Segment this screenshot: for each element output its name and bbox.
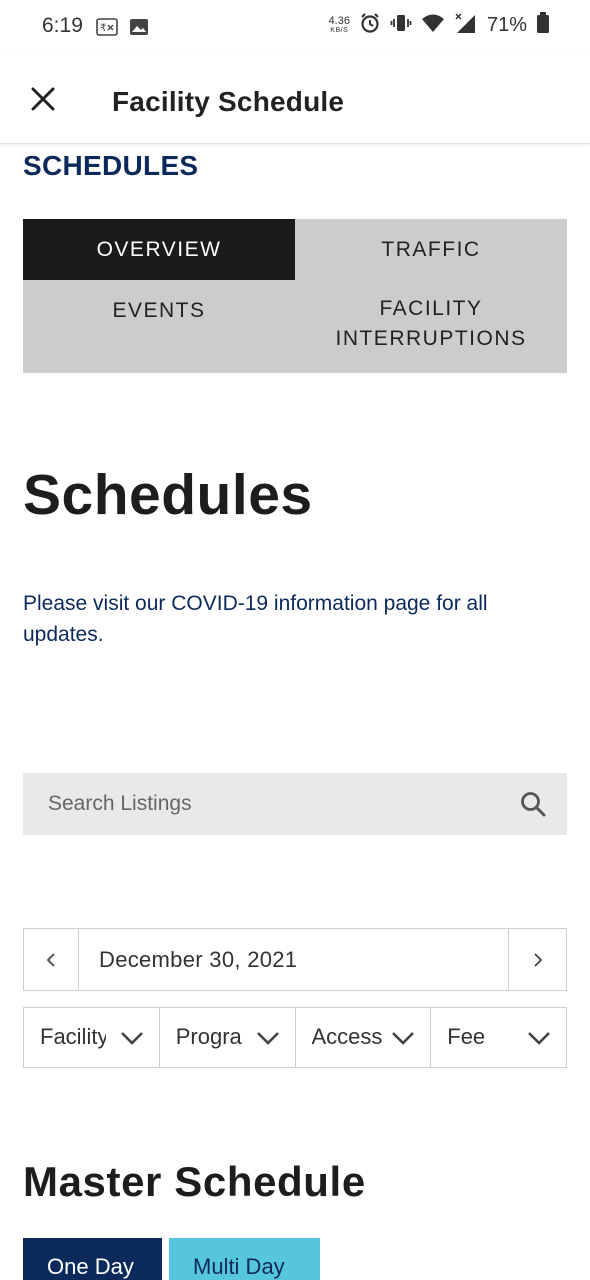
status-bar: 6:19 ₹ 4.36 KB/S 71% <box>0 0 590 56</box>
current-date[interactable]: December 30, 2021 <box>99 947 297 973</box>
battery-icon <box>536 12 550 39</box>
fee-filter[interactable]: Fee <box>431 1008 566 1067</box>
tab-facility-interruptions[interactable]: FACILITY INTERRUPTIONS <box>295 280 567 373</box>
program-filter-label: Program <box>175 1024 243 1049</box>
access-filter[interactable]: Access <box>296 1008 432 1067</box>
schedule-view-toggle: One Day Multi Day <box>23 1238 320 1280</box>
header-title: Facility Schedule <box>112 86 345 117</box>
section-heading: SCHEDULES <box>23 150 199 181</box>
chevron-left-icon <box>46 952 55 967</box>
tab-events[interactable]: EVENTS <box>23 280 295 338</box>
chevron-down-icon <box>256 1032 279 1045</box>
network-speed: 4.36 KB/S <box>329 16 350 35</box>
search-input[interactable] <box>23 773 503 835</box>
tab-facility-interruptions-label: FACILITY INTERRUPTIONS <box>335 297 527 350</box>
chevron-down-icon <box>120 1032 143 1045</box>
date-navigator: December 30, 2021 <box>23 928 567 991</box>
program-filter[interactable]: Program <box>160 1008 296 1067</box>
previous-date-button[interactable] <box>24 929 79 990</box>
vibrate-icon <box>390 12 412 39</box>
tab-overview[interactable]: OVERVIEW <box>23 219 295 280</box>
schedule-tabs: OVERVIEW TRAFFIC EVENTS FACILITY INTERRU… <box>23 219 567 373</box>
close-button[interactable] <box>28 84 58 114</box>
facility-filter[interactable]: Facility <box>24 1008 160 1067</box>
app-notification-icon: ₹ <box>96 17 118 37</box>
search-icon <box>521 792 546 817</box>
covid-info-link[interactable]: Please visit our COVID-19 information pa… <box>23 588 568 650</box>
image-notification-icon <box>128 17 150 37</box>
access-filter-label: Access <box>311 1024 383 1049</box>
tab-traffic[interactable]: TRAFFIC <box>295 219 567 280</box>
alarm-icon <box>359 12 381 39</box>
close-icon <box>31 87 55 111</box>
wifi-icon <box>421 13 445 38</box>
chevron-down-icon <box>392 1032 415 1045</box>
search-box <box>23 773 567 835</box>
chevron-down-icon <box>528 1032 550 1045</box>
multi-day-button[interactable]: Multi Day <box>169 1238 320 1280</box>
signal-icon <box>454 12 478 39</box>
page-title: Schedules <box>23 463 313 527</box>
svg-text:₹: ₹ <box>100 23 106 34</box>
search-button[interactable] <box>519 790 547 818</box>
chevron-right-icon <box>533 952 542 967</box>
master-schedule-title: Master Schedule <box>23 1158 366 1205</box>
app-header: Facility Schedule <box>0 56 590 144</box>
network-speed-value: 4.36 <box>328 15 350 27</box>
filter-bar: Facility Program Access Fee <box>23 1007 567 1068</box>
status-left-icons: ₹ <box>96 17 150 37</box>
battery-percent: 71% <box>486 14 527 36</box>
status-right-icons: 4.36 KB/S 71% <box>329 12 550 39</box>
facility-filter-label: Facility <box>40 1024 106 1049</box>
fee-filter-label: Fee <box>447 1024 486 1049</box>
next-date-button[interactable] <box>508 929 566 990</box>
one-day-button[interactable]: One Day <box>23 1238 162 1280</box>
status-time: 6:19 <box>42 14 83 37</box>
network-speed-unit: KB/S <box>330 27 349 34</box>
